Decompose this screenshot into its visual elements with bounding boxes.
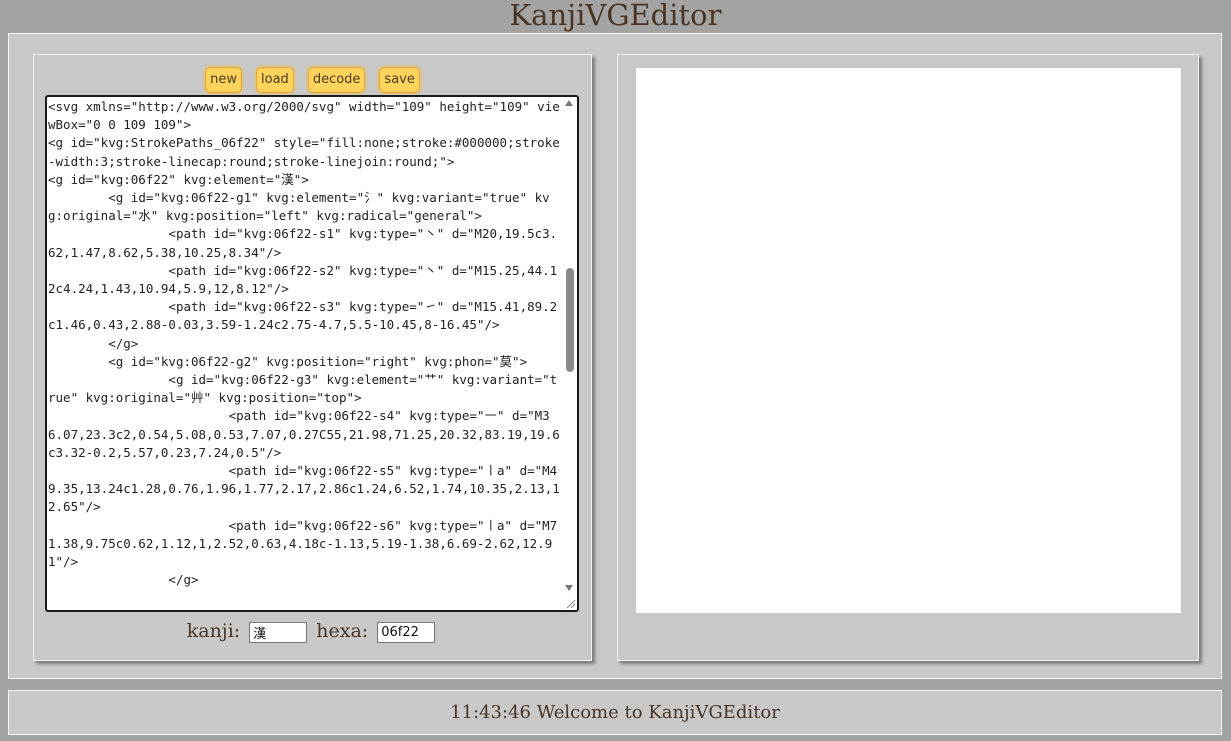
save-button[interactable]: save bbox=[379, 67, 420, 93]
hexa-label: hexa: bbox=[316, 620, 369, 642]
app-title: KanjiVGEditor bbox=[509, 0, 722, 32]
kanji-input[interactable] bbox=[249, 621, 308, 643]
kanji-preview-canvas[interactable] bbox=[636, 68, 1181, 613]
new-button[interactable]: new bbox=[205, 67, 243, 93]
editor-panel: new load decode save <svg xmlns="http://… bbox=[33, 54, 592, 661]
scrollbar-thumb[interactable] bbox=[566, 268, 574, 372]
vertical-scrollbar[interactable] bbox=[562, 97, 577, 610]
scroll-down-arrow-icon[interactable] bbox=[565, 585, 573, 591]
kanji-hexa-row: kanji: hexa: bbox=[34, 618, 591, 644]
decode-button[interactable]: decode bbox=[307, 67, 366, 93]
preview-panel bbox=[617, 54, 1199, 661]
main-frame: new load decode save <svg xmlns="http://… bbox=[8, 33, 1222, 679]
status-bar: 11:43:46 Welcome to KanjiVGEditor bbox=[8, 690, 1222, 735]
scroll-up-arrow-icon[interactable] bbox=[565, 100, 573, 106]
svg-source-text[interactable]: <svg xmlns="http://www.w3.org/2000/svg" … bbox=[48, 98, 560, 589]
kanji-label: kanji: bbox=[186, 620, 241, 642]
svg-source-textarea[interactable]: <svg xmlns="http://www.w3.org/2000/svg" … bbox=[45, 95, 579, 612]
toolbar: new load decode save bbox=[34, 67, 591, 93]
load-button[interactable]: load bbox=[256, 67, 294, 93]
hexa-input[interactable] bbox=[377, 621, 436, 643]
resize-grip-icon[interactable] bbox=[565, 598, 576, 609]
